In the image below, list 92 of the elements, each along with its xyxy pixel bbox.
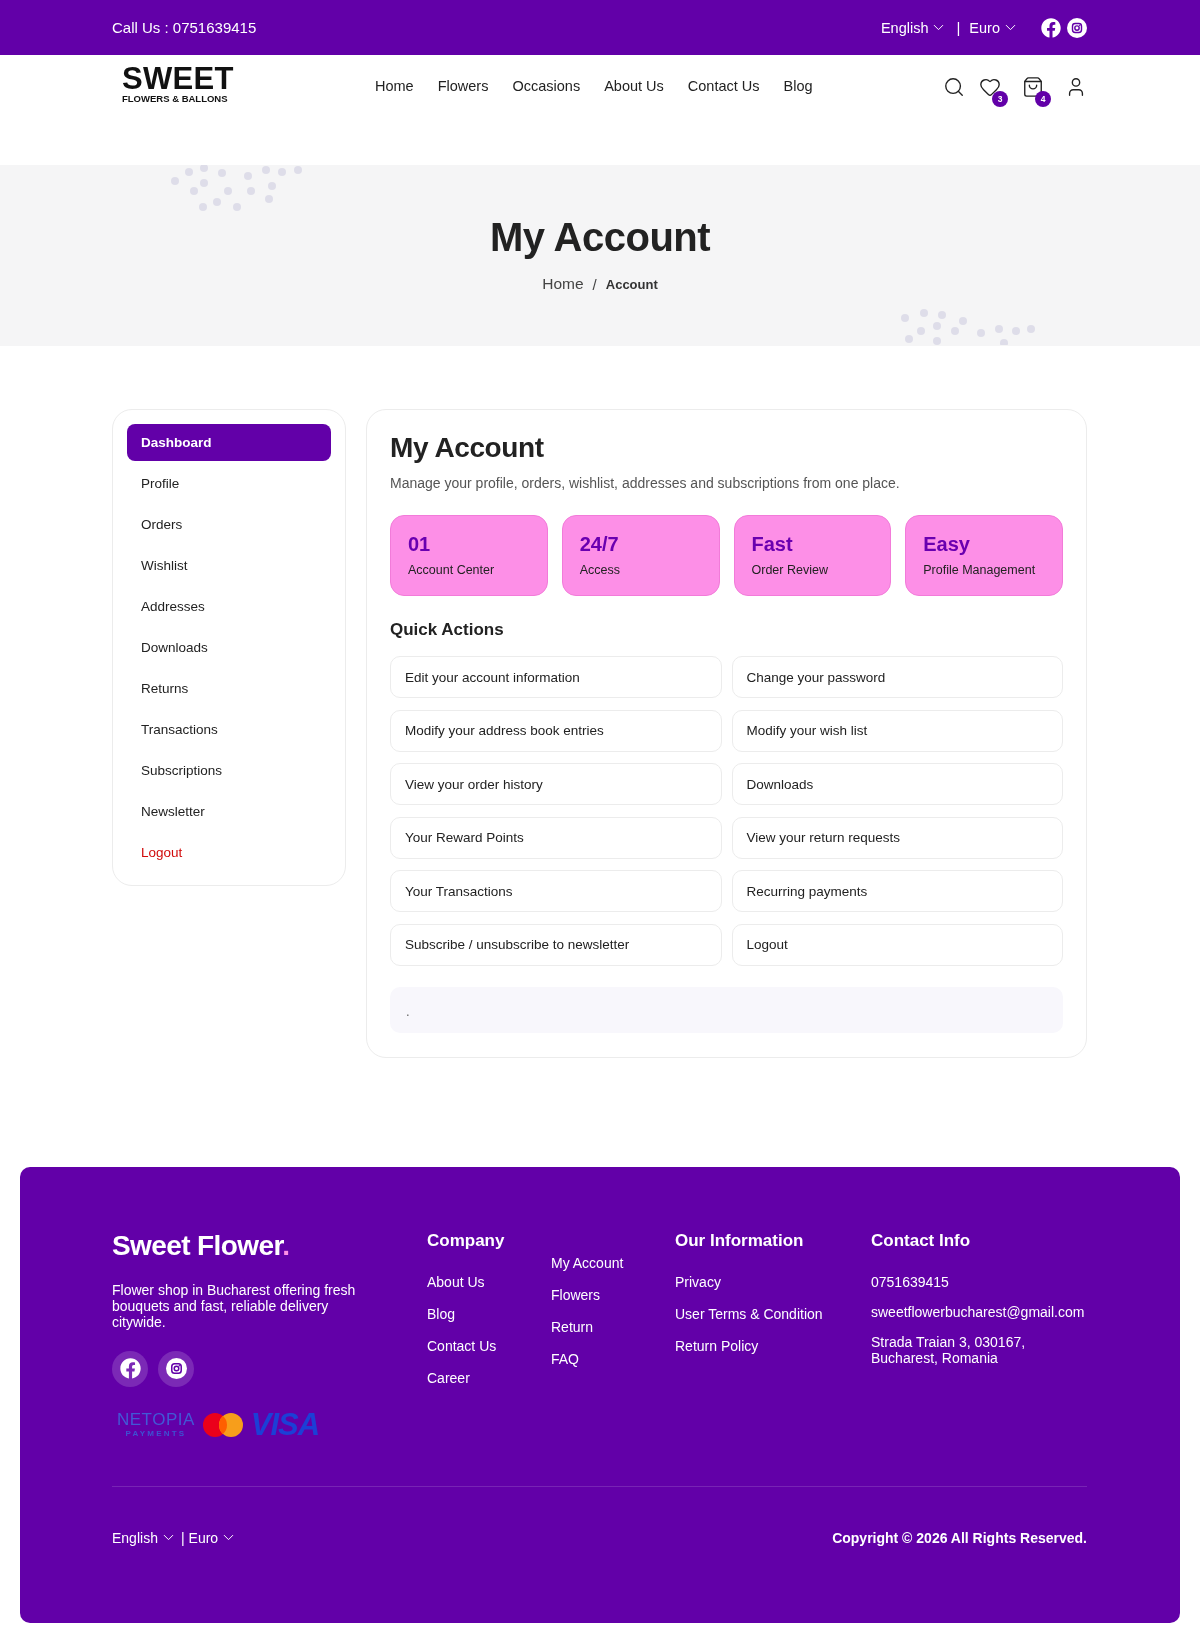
sidebar-item[interactable]: Newsletter	[127, 793, 331, 830]
quick-action-link[interactable]: View your order history	[390, 763, 722, 805]
contact-text: Strada Traian 3, 030167, Bucharest, Romania	[871, 1332, 1027, 1366]
social-link[interactable]	[1041, 17, 1061, 38]
card-title: My Account	[390, 431, 545, 465]
footer-link[interactable]: My Account	[551, 1252, 624, 1273]
footer-heading: Our Information	[675, 1229, 804, 1252]
footer-description: Flower shop in Bucharest offering fresh bouquets and fast, reliable delivery citywide.	[112, 1281, 357, 1330]
nav-link[interactable]: Contact Us	[687, 78, 760, 94]
breadcrumb-current: Account	[605, 276, 658, 292]
social-link[interactable]	[158, 1350, 194, 1387]
footer-link[interactable]: Blog	[427, 1303, 456, 1324]
call-us-text: Call Us : 0751639415	[112, 19, 257, 36]
sidebar-item[interactable]: Profile	[127, 465, 331, 502]
language-selector[interactable]: English	[880, 19, 948, 36]
quick-action-link[interactable]: Downloads	[731, 763, 1063, 805]
footer-heading: Company	[427, 1229, 505, 1252]
nav-link[interactable]: Home	[375, 78, 414, 94]
quick-action-link[interactable]: Your Transactions	[390, 870, 722, 912]
sidebar-item[interactable]: Dashboard	[127, 424, 331, 461]
heart-icon	[979, 76, 1001, 98]
currency-selector[interactable]: Euro	[188, 1529, 238, 1546]
sidebar-item[interactable]: Addresses	[127, 588, 331, 625]
quick-action-link[interactable]: Modify your address book entries	[390, 709, 722, 752]
sidebar-item[interactable]: Logout	[127, 834, 331, 871]
sidebar-item[interactable]: Returns	[127, 670, 331, 707]
footer-heading: Contact Info	[871, 1229, 971, 1252]
footer-link[interactable]: Privacy	[675, 1271, 721, 1292]
logo-link[interactable]: SWEET FLOWERS & BALLONS	[122, 64, 375, 104]
footer-link[interactable]: Return	[551, 1316, 594, 1337]
nav-link[interactable]: Flowers	[437, 78, 489, 94]
nav-link[interactable]: Blog	[783, 78, 813, 94]
social-link[interactable]	[1067, 17, 1087, 38]
quick-action-link[interactable]: Modify your wish list	[731, 709, 1063, 752]
stat-label: Order Review	[751, 562, 828, 578]
stat-value: 24/7	[579, 532, 619, 556]
copyright-text: Copyright © 2026 All Rights Reserved.	[832, 1529, 1087, 1546]
footer-link[interactable]: Return Policy	[675, 1335, 759, 1356]
quick-action-link[interactable]: Edit your account information	[390, 656, 722, 698]
search-icon	[943, 76, 965, 98]
stat-label: Profile Management	[923, 562, 1036, 578]
sidebar-item[interactable]: Wishlist	[127, 547, 331, 584]
two-circles-logo-icon	[202, 1412, 243, 1437]
sidebar-item[interactable]: Orders	[127, 506, 331, 543]
count-badge: 4	[1035, 91, 1051, 107]
card-subtitle: Manage your profile, orders, wishlist, addresses and subscriptions from one place.	[390, 474, 901, 493]
stat-value: Fast	[751, 532, 793, 556]
footer-brand: Sweet Flower.	[112, 1228, 290, 1263]
quick-action-link[interactable]: View your return requests	[731, 816, 1063, 859]
quick-action-link[interactable]: Subscribe / unsubscribe to newsletter	[390, 923, 722, 966]
facebook-icon	[119, 1358, 141, 1379]
stat-value: Easy	[923, 532, 970, 556]
stat-label: Account Center	[408, 562, 495, 578]
sidebar-item[interactable]: Subscriptions	[127, 752, 331, 789]
search-button[interactable]	[943, 76, 965, 98]
footer-link[interactable]: Career	[427, 1367, 470, 1388]
footer-link[interactable]: FAQ	[551, 1348, 579, 1369]
shopping-bag-icon	[1022, 76, 1044, 98]
contact-text: 0751639415	[871, 1272, 949, 1290]
breadcrumb-separator: /	[592, 275, 597, 293]
count-badge: 3	[992, 91, 1008, 107]
instagram-icon	[165, 1358, 187, 1379]
sidebar-item[interactable]: Downloads	[127, 629, 331, 666]
stat-label: Access	[579, 562, 621, 578]
language-selector[interactable]: English	[112, 1529, 177, 1546]
stat-value: 01	[408, 532, 431, 556]
quick-action-link[interactable]: Recurring payments	[731, 870, 1063, 912]
payment-logo: VISA	[250, 1409, 320, 1440]
footer-link[interactable]: Flowers	[551, 1284, 600, 1305]
social-link[interactable]	[112, 1350, 148, 1387]
breadcrumb-link[interactable]: Home	[542, 275, 584, 293]
quick-action-link[interactable]: Logout	[731, 923, 1063, 966]
separator-text: |	[956, 19, 961, 36]
footer-link[interactable]: Contact Us	[427, 1335, 497, 1356]
wishlist-button[interactable]: 3	[979, 76, 1008, 107]
instagram-icon	[1067, 17, 1087, 38]
nav-link[interactable]: About Us	[604, 78, 664, 94]
contact-text: sweetflowerbucharest@gmail.com	[871, 1302, 1085, 1320]
facebook-icon	[1041, 17, 1061, 38]
footer-link[interactable]: About Us	[427, 1271, 485, 1292]
currency-selector[interactable]: Euro	[969, 19, 1019, 36]
quick-action-link[interactable]: Change your password	[731, 656, 1063, 698]
nav-link[interactable]: Occasions	[512, 78, 581, 94]
cart-button[interactable]: 4	[1022, 76, 1051, 107]
notice-text: .	[406, 1004, 410, 1019]
sidebar-item[interactable]: Transactions	[127, 711, 331, 748]
quick-action-link[interactable]: Your Reward Points	[390, 816, 722, 859]
separator-text: |	[180, 1529, 185, 1546]
payment-logo: NETOPIA PAYMENTS	[117, 1411, 195, 1438]
footer-link[interactable]: User Terms & Condition	[675, 1303, 823, 1324]
section-heading: Quick Actions	[390, 619, 505, 641]
page-title: My Account	[489, 214, 711, 261]
